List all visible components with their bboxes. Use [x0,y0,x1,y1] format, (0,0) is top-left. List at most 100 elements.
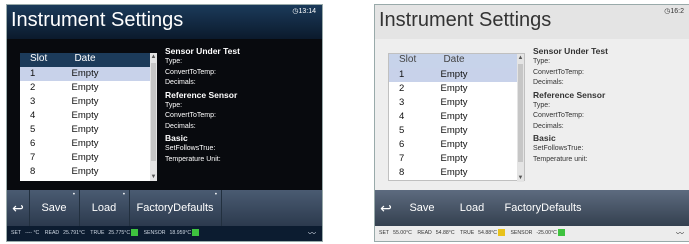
load-label: Load [91,202,117,214]
list-item[interactable]: 8 Empty [389,166,524,180]
list-item[interactable]: 2 Empty [389,82,524,96]
slot-date: Empty [71,68,99,79]
back-button[interactable]: ↩ [375,190,397,226]
list-item[interactable]: 7 Empty [389,152,524,166]
slot-number: 8 [30,166,36,177]
list-item[interactable]: 1 Empty [389,68,524,82]
list-item[interactable]: 4 Empty [20,109,157,123]
list-scrollbar[interactable]: ▲ ▼ [150,53,157,181]
basic-heading: Basic [165,133,188,143]
save-label: Save [409,202,435,214]
list-item[interactable]: 3 Empty [20,95,157,109]
list-header: Slot Date [20,53,157,67]
signal-wave-icon: 〰 [308,229,316,238]
slot-number: 8 [399,167,405,178]
ref-decimals-label: Decimals: [165,122,196,130]
slot-date: Empty [440,111,468,122]
load-button[interactable]: Load [447,190,497,226]
true-value: 54.88°C [478,230,497,236]
bottom-toolbar: ↩ Save Load FactoryDefaults [375,190,689,226]
read-label: READ [44,230,60,236]
sut-decimals-label: Decimals: [165,79,196,86]
scroll-up-icon[interactable]: ▲ [517,54,524,62]
header-date: Date [443,54,465,65]
ref-decimals-label: Decimals: [533,122,564,130]
list-item[interactable]: 5 Empty [20,123,157,137]
list-item[interactable]: 3 Empty [389,96,524,110]
slot-list[interactable]: Slot Date 1 Empty 2 Empty 3 Empty 4 Empty 5 E… [388,53,525,182]
list-item[interactable]: 6 Empty [20,137,157,151]
save-button[interactable]: • Save [29,190,80,226]
factory-defaults-label: FactoryDefaults [136,202,214,214]
slot-number: 3 [30,96,36,107]
sut-type-label: Type: [165,58,183,65]
sut-type-label: Type: [533,58,551,65]
slot-details: Sensor Under Test Type: ConvertToTemp: D… [165,45,315,165]
scroll-down-icon[interactable]: ▼ [517,174,524,182]
slot-date: Empty [71,124,99,135]
slot-details: Sensor Under Test Type: ConvertToTemp: D… [533,45,683,165]
true-label: TRUE [460,230,475,236]
header-slot: Slot [399,54,417,65]
load-button[interactable]: • Load [79,190,130,226]
back-button[interactable]: ↩ [7,190,30,226]
list-item[interactable]: 6 Empty [389,138,524,152]
sut-decimals-label: Decimals: [533,79,564,86]
sensor-value: 18.959°C [169,230,192,236]
slot-date: Empty [71,96,99,107]
sensor-label: SENSOR [510,230,533,236]
signal-wave-icon: 〰 [676,229,684,238]
slot-date: Empty [440,139,468,150]
list-header: Slot Date [389,54,524,68]
factory-defaults-button[interactable]: • FactoryDefaults [129,190,222,226]
slot-date: Empty [71,110,99,121]
factory-defaults-button[interactable]: FactoryDefaults [497,190,589,226]
slot-date: Empty [440,69,468,80]
slot-number: 6 [399,139,405,150]
slot-number: 3 [399,97,405,108]
factory-defaults-label: FactoryDefaults [504,202,582,214]
save-button[interactable]: Save [397,190,447,226]
slot-list[interactable]: Slot Date 1 Empty 2 Empty 3 Empty 4 Empty 5 E… [20,53,157,181]
slot-number: 2 [399,83,405,94]
header-date: Date [74,53,96,64]
slot-date: Empty [71,166,99,177]
slot-number: 7 [30,152,36,163]
page-title: Instrument Settings [379,9,552,31]
list-item[interactable]: 7 Empty [20,151,157,165]
list-item[interactable]: 5 Empty [389,124,524,138]
list-item[interactable]: 2 Empty [20,81,157,95]
sensor-under-test-heading: Sensor Under Test [165,46,240,56]
dot-icon: • [72,192,75,198]
ref-convert-label: ConvertToTemp: [165,112,216,119]
slot-date: Empty [440,167,468,178]
status-bar: SET 55.00°C READ 54.88°C TRUE 54.88°C SENSO… [375,226,689,241]
slot-number: 1 [30,68,36,79]
list-item[interactable]: 4 Empty [389,110,524,124]
slot-number: 6 [30,138,36,149]
slot-number: 7 [399,153,405,164]
ref-type-label: Type: [165,101,183,109]
basic-heading: Basic [533,133,556,143]
slot-number: 1 [399,69,405,80]
slot-number: 5 [399,125,405,136]
list-item[interactable]: 8 Empty [20,165,157,179]
save-label: Save [41,202,67,214]
reference-sensor-heading: Reference Sensor [165,89,238,100]
scroll-thumb[interactable] [151,63,156,161]
list-item[interactable]: 1 Empty [20,67,157,81]
clock: ◷13:14 [292,7,316,15]
scroll-up-icon[interactable]: ▲ [150,53,157,61]
true-label: TRUE [90,230,105,236]
true-value: 25.775°C [108,230,131,236]
back-arrow-icon: ↩ [12,200,24,216]
back-arrow-icon: ↩ [380,200,392,216]
load-label: Load [459,202,485,214]
slot-date: Empty [440,83,468,94]
dot-icon: • [122,192,125,198]
scroll-down-icon[interactable]: ▼ [150,173,157,181]
slot-number: 2 [30,82,36,93]
header-slot: Slot [30,53,48,64]
scroll-thumb[interactable] [518,64,523,162]
list-scrollbar[interactable]: ▲ ▼ [517,54,524,182]
